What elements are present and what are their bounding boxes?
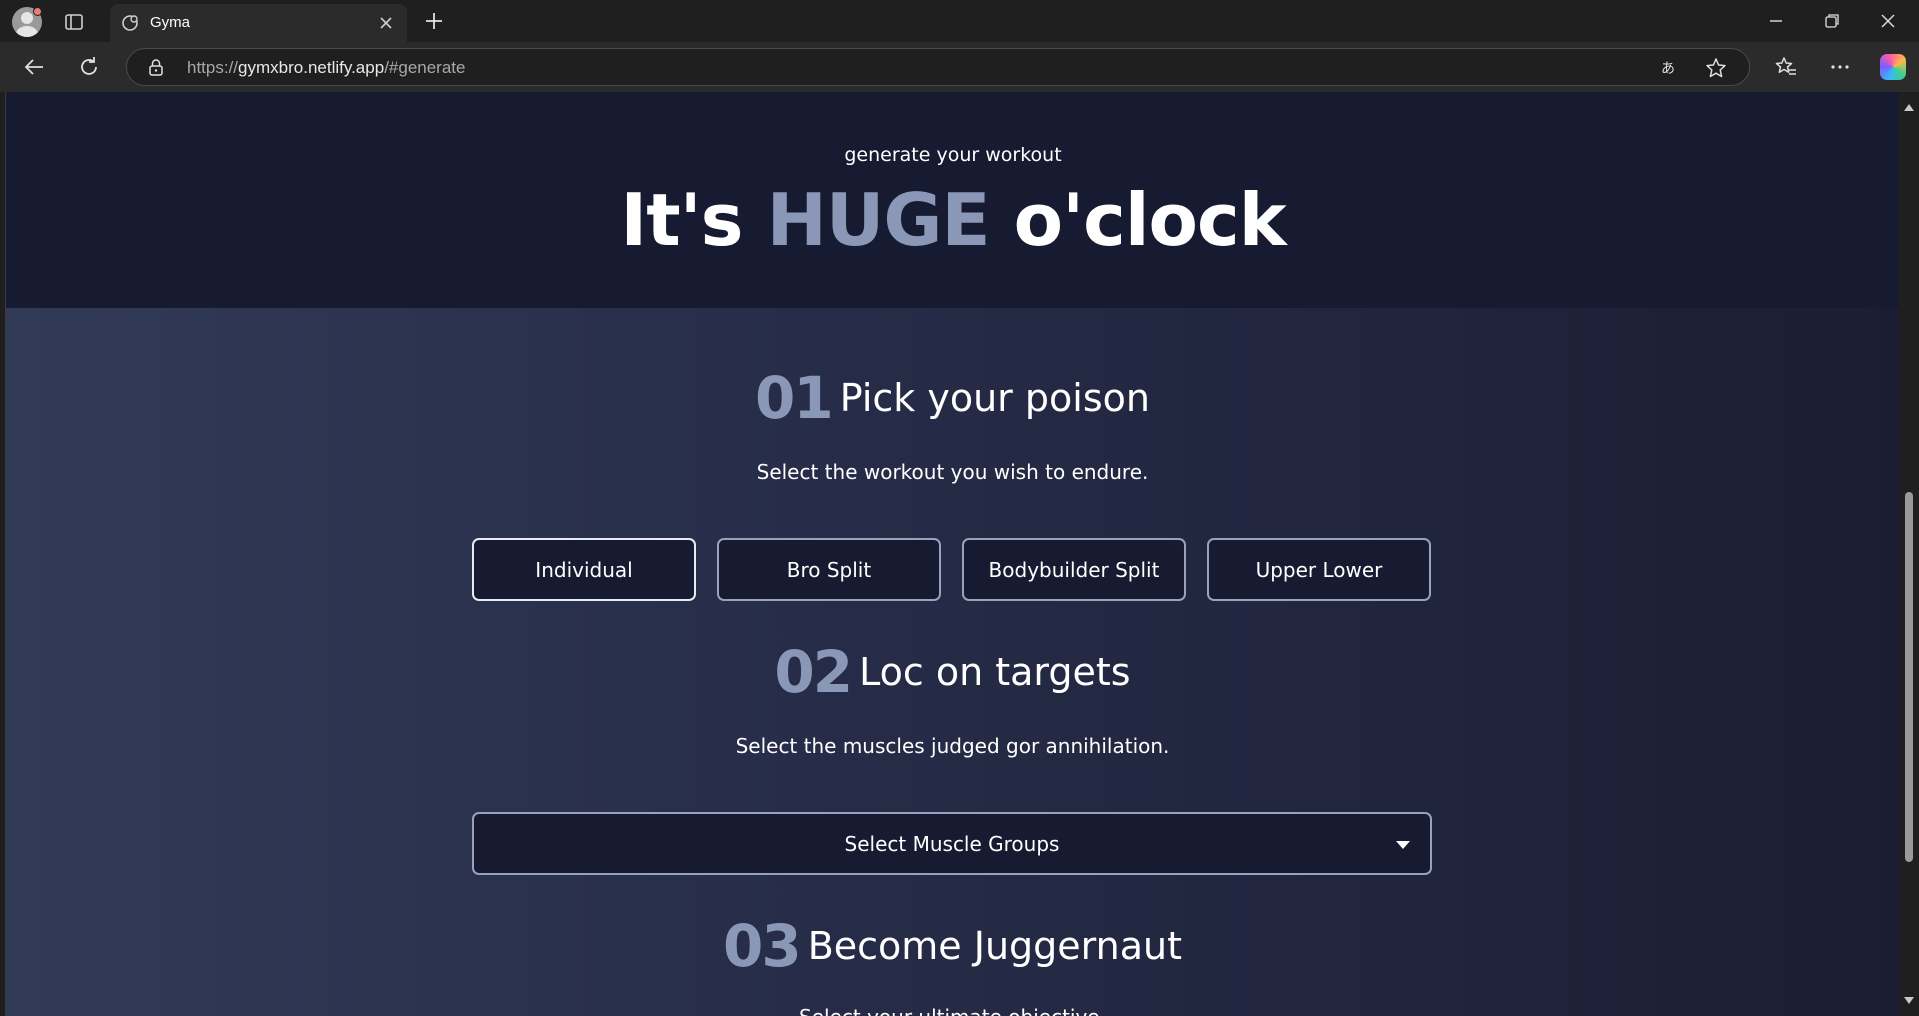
scrollbar-thumb[interactable] bbox=[1905, 492, 1913, 862]
more-icon[interactable] bbox=[1828, 55, 1852, 79]
hero-title-post: o'clock bbox=[989, 178, 1287, 262]
section-description: Select the muscles judged gor annihilati… bbox=[735, 734, 1170, 758]
hero-title-pre: It's bbox=[620, 178, 767, 262]
option-button-bodybuilder-split[interactable]: Bodybuilder Split bbox=[962, 538, 1186, 601]
sidebar-toggle-icon[interactable] bbox=[64, 12, 84, 32]
back-arrow-icon[interactable] bbox=[22, 55, 46, 79]
window-close-icon[interactable] bbox=[1877, 10, 1899, 32]
section-description: Select the workout you wish to endure. bbox=[756, 460, 1149, 484]
address-bar[interactable]: https://gymxbro.netlify.app/#generate あ bbox=[126, 48, 1750, 86]
browser-toolbar: https://gymxbro.netlify.app/#generate あ bbox=[0, 42, 1919, 92]
section-number: 02 bbox=[774, 638, 853, 706]
section-title: Pick your poison bbox=[839, 376, 1150, 420]
copilot-icon[interactable] bbox=[1880, 54, 1906, 80]
hero-header: generate your workout It's HUGE o'clock bbox=[6, 92, 1899, 308]
tab-title: Gyma bbox=[150, 14, 191, 31]
option-button-bro-split[interactable]: Bro Split bbox=[717, 538, 941, 601]
translate-icon[interactable]: あ bbox=[1659, 57, 1681, 79]
star-icon[interactable] bbox=[1705, 57, 1727, 79]
select-label: Select Muscle Groups bbox=[844, 831, 1060, 856]
section-heading-03: 03 Become Juggernaut bbox=[6, 912, 1899, 980]
minimize-icon[interactable] bbox=[1765, 10, 1787, 32]
hero-title: It's HUGE o'clock bbox=[6, 178, 1899, 262]
section-title: Loc on targets bbox=[859, 650, 1131, 694]
section-heading-01: 01 Pick your poison bbox=[6, 364, 1899, 432]
svg-text:あ: あ bbox=[1661, 61, 1675, 77]
section-title: Become Juggernaut bbox=[807, 924, 1182, 968]
muscle-group-select[interactable]: Select Muscle Groups bbox=[472, 812, 1432, 875]
lock-icon[interactable] bbox=[147, 58, 165, 76]
favorites-icon[interactable] bbox=[1774, 55, 1798, 79]
url-text: https://gymxbro.netlify.app/#generate bbox=[187, 58, 466, 77]
close-icon[interactable] bbox=[378, 15, 394, 31]
tab-active[interactable]: Gyma bbox=[110, 4, 407, 42]
favicon-icon bbox=[122, 15, 138, 31]
browser-tab-bar: Gyma bbox=[0, 0, 1919, 42]
caret-down-icon bbox=[1396, 841, 1410, 849]
section-description: Select your ultimate objective. bbox=[6, 1005, 1899, 1016]
section-number: 03 bbox=[722, 912, 802, 980]
section-heading-02: 02 Loc on targets bbox=[6, 638, 1899, 706]
restore-icon[interactable] bbox=[1821, 10, 1843, 32]
page-viewport: generate your workout It's HUGE o'clock … bbox=[5, 92, 1899, 1016]
section-number: 01 bbox=[755, 364, 834, 432]
option-button-upper-lower[interactable]: Upper Lower bbox=[1207, 538, 1431, 601]
plus-icon[interactable] bbox=[424, 11, 444, 31]
scroll-down-icon[interactable] bbox=[1904, 997, 1914, 1004]
scroll-up-icon[interactable] bbox=[1904, 104, 1914, 111]
option-button-individual[interactable]: Individual bbox=[472, 538, 696, 601]
page-scrollbar[interactable] bbox=[1899, 92, 1919, 1016]
hero-title-accent: HUGE bbox=[766, 178, 991, 262]
notification-dot bbox=[33, 7, 42, 16]
reload-icon[interactable] bbox=[77, 55, 101, 79]
hero-kicker: generate your workout bbox=[844, 144, 1062, 166]
